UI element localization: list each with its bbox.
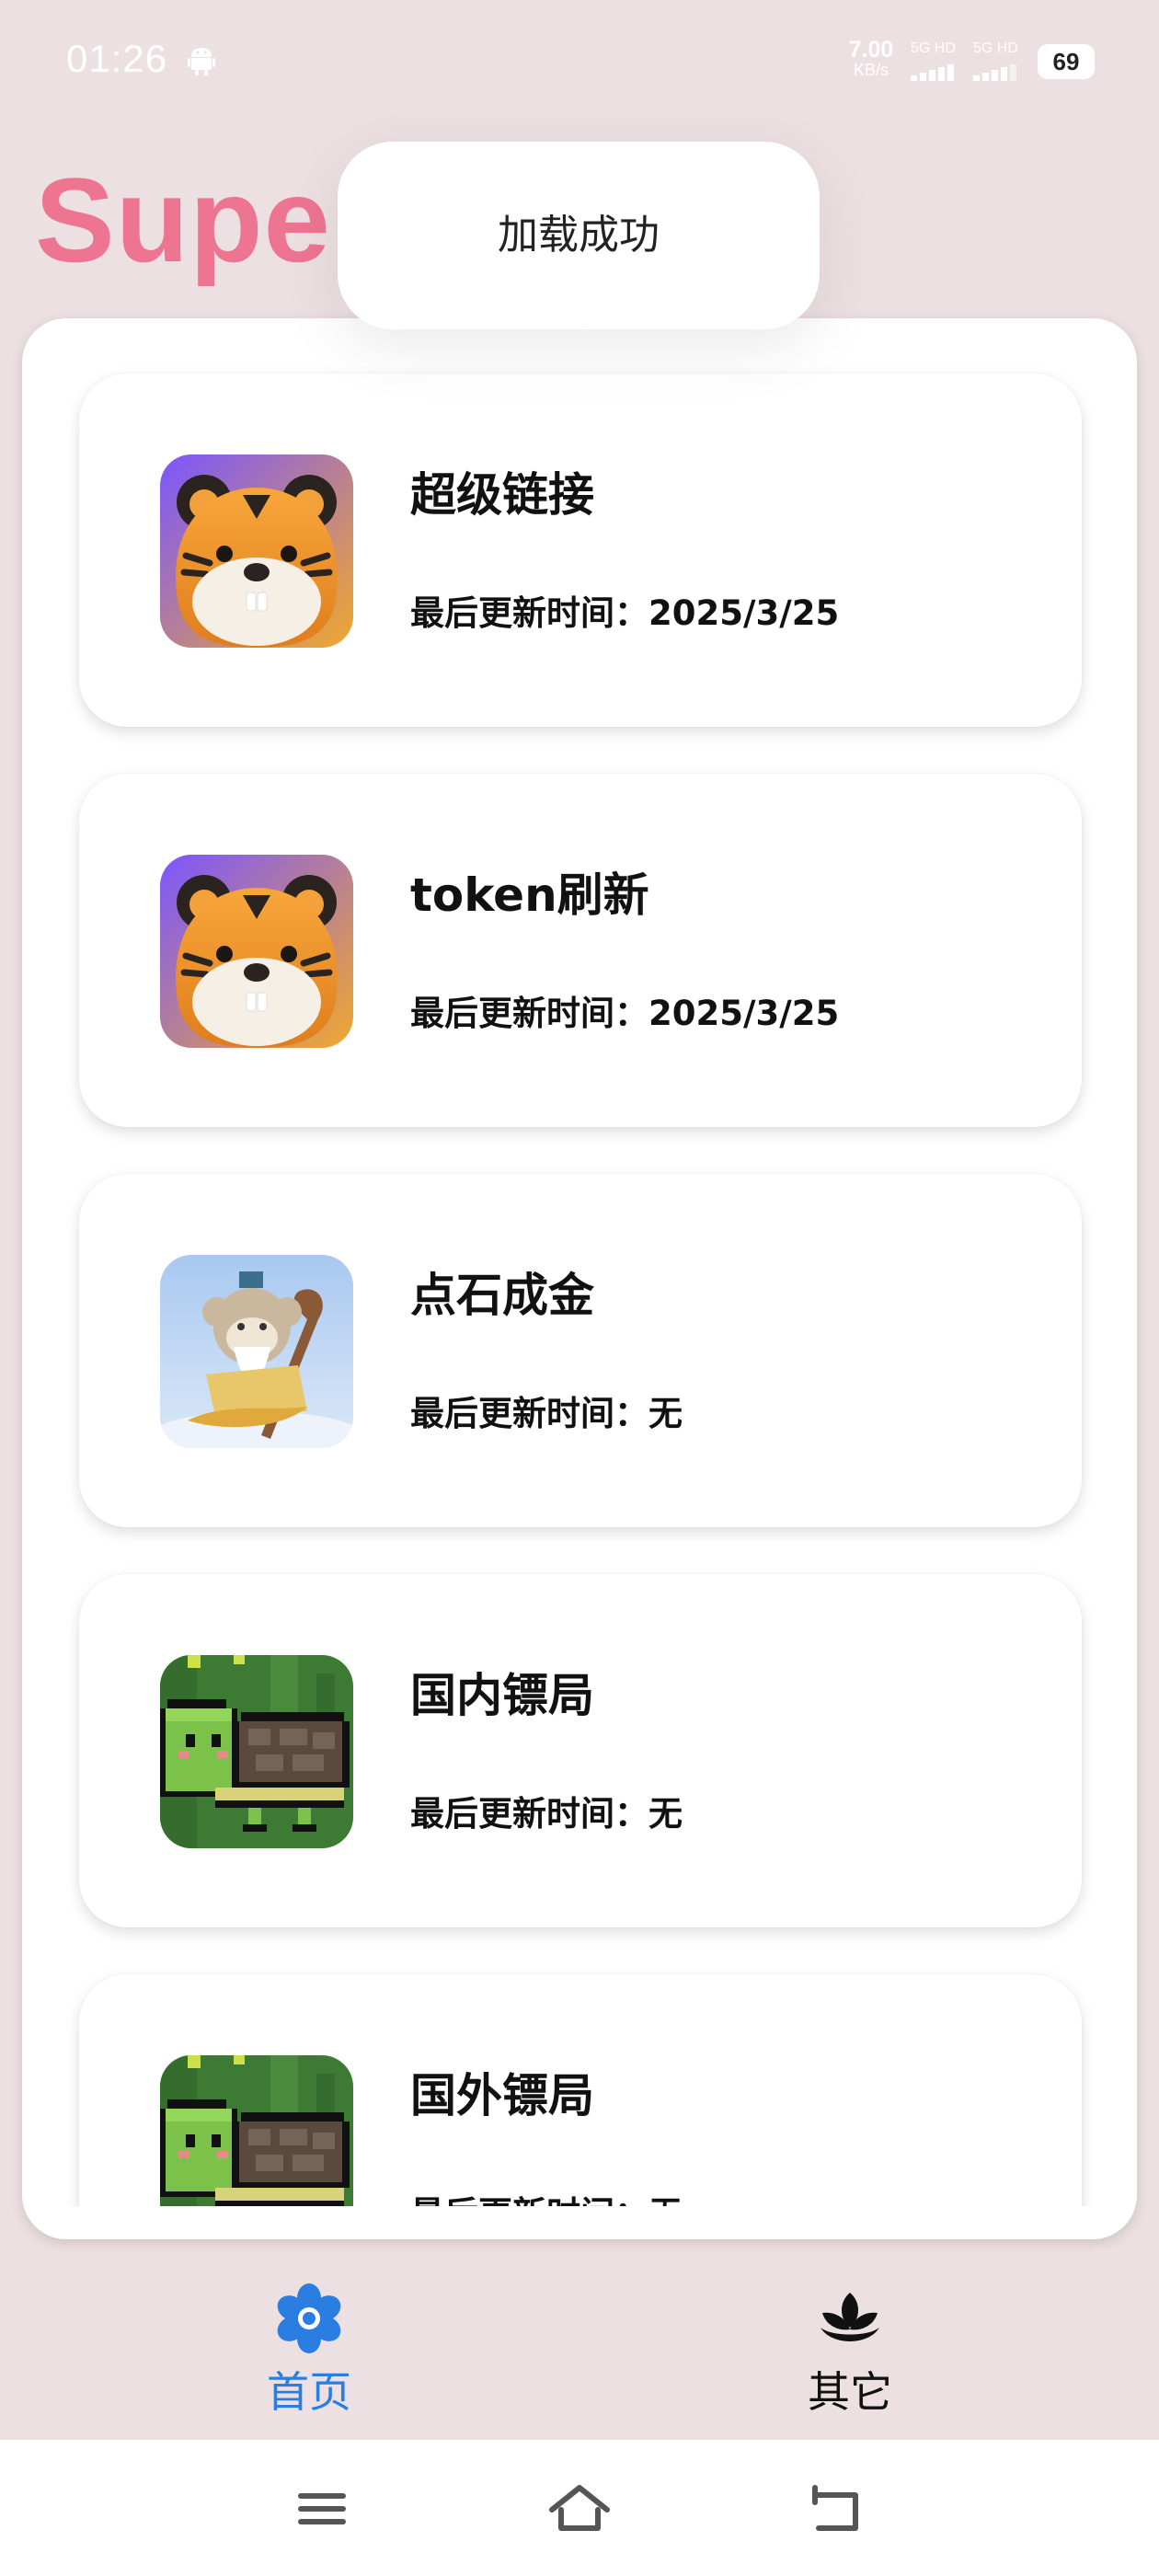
item-updated: 最后更新时间：无 [410,1794,683,1834]
item-updated: 最后更新时间：2025/3/25 [410,593,840,633]
item-updated: 最后更新时间：无 [410,2186,683,2206]
back-icon[interactable] [800,2477,874,2541]
signal-bars-icon [973,64,1016,81]
list-item[interactable]: token刷新 最后更新时间：2025/3/25 [79,774,1082,1127]
list-item[interactable]: 点石成金 最后更新时间：无 [79,1174,1082,1527]
battery-indicator: 69 [1038,44,1095,79]
monkey-sage-icon [160,1255,353,1448]
network-speed-unit: KB/s [853,61,889,79]
item-title: 国外镖局 [410,2069,594,2122]
app-title: Super [35,153,379,287]
status-time: 01:26 [66,37,168,80]
network-speed-value: 7.00 [848,37,894,63]
pixel-turtle-icon [160,2055,353,2206]
lotus-icon [820,2293,879,2341]
signal-5g-2: 5G HD [973,40,1027,81]
content-panel: 超级链接 最后更新时间：2025/3/25 token刷新 最后更新时间：202… [22,318,1137,2239]
toast-message: 加载成功 [338,142,820,329]
signal-1-label: 5G HD [911,40,956,56]
system-nav-bar [0,2440,1159,2576]
signal-bars-icon [911,64,954,81]
list-item[interactable]: 国外镖局 最后更新时间：无 [79,1974,1082,2206]
flower-icon [277,2283,341,2353]
tab-home-label: 首页 [267,2367,351,2417]
pixel-turtle-icon [160,1655,353,1848]
network-speed: 7.00 KB/s [844,37,898,79]
list-item[interactable]: 国内镖局 最后更新时间：无 [79,1574,1082,1927]
item-title: 超级链接 [410,468,594,522]
tab-home[interactable]: 首页 [217,2282,401,2438]
item-updated: 最后更新时间：2025/3/25 [410,994,840,1033]
tab-other-label: 其它 [808,2367,892,2417]
signal-2-label: 5G HD [973,40,1018,56]
bottom-nav: 首页 其它 [0,2263,1159,2440]
tiger-icon [160,454,353,648]
card-list[interactable]: 超级链接 最后更新时间：2025/3/25 token刷新 最后更新时间：202… [22,318,1137,2206]
menu-icon[interactable] [285,2477,359,2541]
tab-other[interactable]: 其它 [758,2282,942,2438]
android-icon [188,48,215,75]
item-updated: 最后更新时间：无 [410,1394,683,1433]
item-title: token刷新 [410,868,649,922]
home-icon[interactable] [543,2477,616,2541]
item-title: 点石成金 [410,1269,594,1322]
signal-5g-1: 5G HD [911,40,964,81]
list-item[interactable]: 超级链接 最后更新时间：2025/3/25 [79,374,1082,727]
item-title: 国内镖局 [410,1669,594,1722]
tiger-icon [160,855,353,1048]
status-bar: 01:26 7.00 KB/s 5G HD 5G HD 69 [0,0,1159,120]
